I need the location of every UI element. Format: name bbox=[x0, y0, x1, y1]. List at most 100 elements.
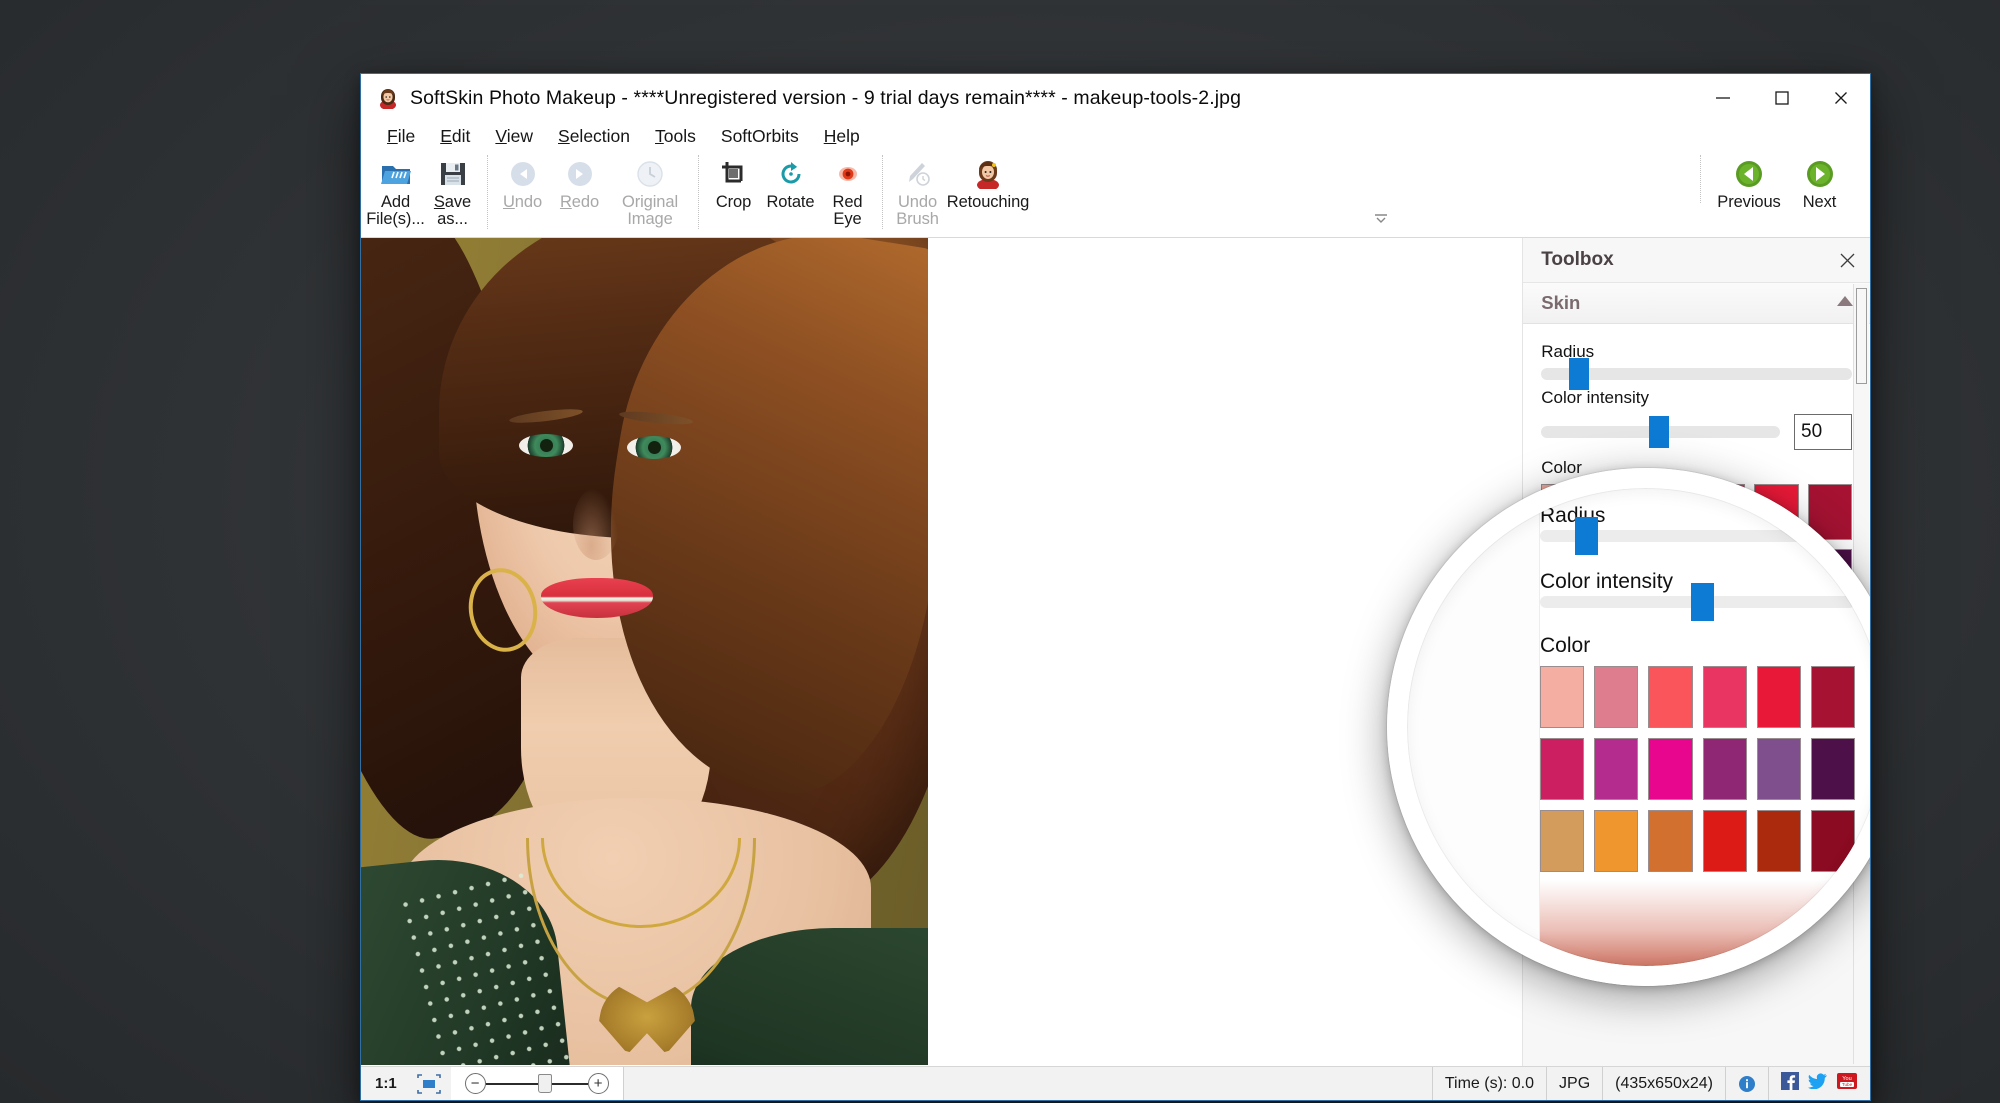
color-swatch[interactable] bbox=[1702, 738, 1747, 800]
scrollbar-thumb[interactable] bbox=[1856, 288, 1867, 384]
toolbox-title: Toolbox bbox=[1541, 249, 1614, 270]
twitter-icon[interactable] bbox=[1808, 1073, 1827, 1094]
magnified-gradient-picker[interactable] bbox=[1540, 880, 1855, 966]
undo-accel: U bbox=[502, 193, 515, 211]
redo-arrow-icon bbox=[566, 157, 594, 191]
color-swatch[interactable] bbox=[1540, 738, 1585, 800]
menu-help-rest: elp bbox=[836, 126, 860, 146]
add-files-label: Add File(s)... bbox=[366, 194, 425, 228]
color-intensity-slider[interactable] bbox=[1541, 416, 1780, 448]
color-intensity-slider-thumb[interactable] bbox=[1648, 416, 1669, 448]
magnified-intensity-thumb[interactable] bbox=[1691, 583, 1715, 621]
original-image-line1: Original bbox=[621, 193, 679, 211]
crop-label: Crop bbox=[715, 193, 752, 211]
magnified-skin-title: Skin bbox=[1554, 488, 1594, 495]
menu-help[interactable]: Help bbox=[812, 124, 873, 149]
menu-view[interactable]: View bbox=[483, 124, 546, 149]
toolbar-group-edit: Crop Rotate Red Eye bbox=[705, 151, 876, 235]
retouching-button[interactable]: Retouching bbox=[946, 151, 1030, 211]
color-swatch[interactable] bbox=[1648, 810, 1693, 872]
color-swatch[interactable] bbox=[1648, 738, 1693, 800]
color-swatch[interactable] bbox=[1810, 666, 1855, 728]
photo-nose bbox=[573, 488, 619, 560]
maximize-button[interactable] bbox=[1752, 74, 1811, 122]
close-button[interactable] bbox=[1811, 74, 1870, 122]
menu-edit-rest: dit bbox=[451, 126, 471, 146]
zoom-slider-handle[interactable] bbox=[537, 1074, 552, 1093]
rotate-icon bbox=[777, 157, 805, 191]
redo-button[interactable]: Redo bbox=[551, 151, 608, 211]
magnified-intensity-slider[interactable]: 50 bbox=[1540, 583, 1855, 621]
red-eye-label: Red Eye bbox=[833, 194, 863, 228]
red-eye-button[interactable]: Red Eye bbox=[819, 151, 876, 228]
red-eye-line1: Red bbox=[832, 193, 863, 211]
menu-softorbits[interactable]: SoftOrbits bbox=[709, 124, 812, 149]
menu-file-rest: ile bbox=[397, 126, 416, 146]
title-bar: SoftSkin Photo Makeup - ****Unregistered… bbox=[361, 74, 1870, 122]
redo-rest: edo bbox=[571, 193, 600, 211]
color-swatch[interactable] bbox=[1594, 738, 1639, 800]
color-swatch[interactable] bbox=[1756, 810, 1801, 872]
toolbox-section-skin[interactable]: Skin bbox=[1523, 282, 1870, 324]
magnified-radius-slider[interactable] bbox=[1540, 517, 1855, 555]
image-dimensions: (435x650x24) bbox=[1603, 1067, 1726, 1100]
undo-arrow-icon bbox=[509, 157, 537, 191]
clock-history-icon bbox=[636, 157, 664, 191]
undo-label: Undo bbox=[503, 194, 542, 211]
toolbar-group-file: Add File(s)... Save as... bbox=[366, 151, 481, 235]
application-window: SoftSkin Photo Makeup - ****Unregistered… bbox=[360, 73, 1871, 1101]
photo-pupil-right bbox=[648, 441, 661, 454]
youtube-icon[interactable]: You Tube bbox=[1836, 1072, 1858, 1095]
photo-pupil-left bbox=[540, 439, 553, 452]
color-swatch[interactable] bbox=[1594, 810, 1639, 872]
radius-slider-thumb[interactable] bbox=[1569, 358, 1590, 390]
facebook-icon[interactable] bbox=[1781, 1072, 1799, 1095]
original-image-button[interactable]: Original Image bbox=[608, 151, 692, 228]
color-swatch[interactable] bbox=[1810, 810, 1855, 872]
minimize-button[interactable] bbox=[1693, 74, 1752, 122]
previous-button[interactable]: Previous bbox=[1707, 151, 1791, 211]
toolbar-divider-1 bbox=[487, 155, 488, 229]
color-swatch[interactable] bbox=[1702, 666, 1747, 728]
color-swatch[interactable] bbox=[1594, 666, 1639, 728]
toolbar-group-retouch: Undo Brush Retouching bbox=[889, 151, 1030, 235]
color-swatch[interactable] bbox=[1756, 666, 1801, 728]
status-spacer bbox=[624, 1067, 1433, 1100]
image-canvas-area[interactable] bbox=[361, 238, 1524, 1066]
radius-slider[interactable] bbox=[1541, 358, 1852, 390]
fit-to-screen-icon[interactable] bbox=[407, 1067, 451, 1100]
menu-file[interactable]: File bbox=[375, 124, 428, 149]
add-files-button[interactable]: Add File(s)... bbox=[366, 151, 425, 228]
magnified-radius-thumb[interactable] bbox=[1574, 517, 1598, 555]
color-swatch[interactable] bbox=[1540, 810, 1585, 872]
menu-selection[interactable]: Selection bbox=[546, 124, 643, 149]
edited-photo[interactable] bbox=[361, 238, 928, 1065]
undo-button[interactable]: Undo bbox=[494, 151, 551, 211]
close-icon[interactable] bbox=[1830, 243, 1864, 277]
undo-brush-button[interactable]: Undo Brush bbox=[889, 151, 946, 228]
menu-edit[interactable]: Edit bbox=[428, 124, 483, 149]
caret-up-icon[interactable] bbox=[1836, 294, 1854, 312]
minus-icon[interactable]: − bbox=[464, 1073, 486, 1094]
color-swatch[interactable] bbox=[1540, 666, 1585, 728]
color-intensity-input[interactable]: 50 bbox=[1794, 414, 1852, 450]
next-button[interactable]: Next bbox=[1791, 151, 1848, 211]
menu-tools[interactable]: Tools bbox=[643, 124, 709, 149]
undo-brush-line2: Brush bbox=[896, 209, 939, 228]
color-swatch[interactable] bbox=[1648, 666, 1693, 728]
plus-icon[interactable]: + bbox=[587, 1073, 609, 1094]
svg-text:Tube: Tube bbox=[1842, 1082, 1853, 1087]
status-bar: 1:1 − + Time (s): 0.0 JPG (435x650x24) Y… bbox=[361, 1066, 1870, 1100]
menu-selection-rest: election bbox=[569, 126, 631, 146]
chevron-down-icon[interactable] bbox=[1373, 213, 1389, 226]
toolbox-section-skin-title: Skin bbox=[1541, 292, 1581, 313]
color-swatch[interactable] bbox=[1756, 738, 1801, 800]
zoom-slider[interactable]: − + bbox=[450, 1067, 624, 1100]
crop-button[interactable]: Crop bbox=[705, 151, 762, 211]
save-as-button[interactable]: Save as... bbox=[424, 151, 481, 228]
magnifier-lens-inner: Skin Radius Color intensity 50 bbox=[1407, 488, 1870, 966]
color-swatch[interactable] bbox=[1702, 810, 1747, 872]
info-icon[interactable] bbox=[1726, 1067, 1769, 1100]
rotate-button[interactable]: Rotate bbox=[762, 151, 819, 211]
color-swatch[interactable] bbox=[1810, 738, 1855, 800]
